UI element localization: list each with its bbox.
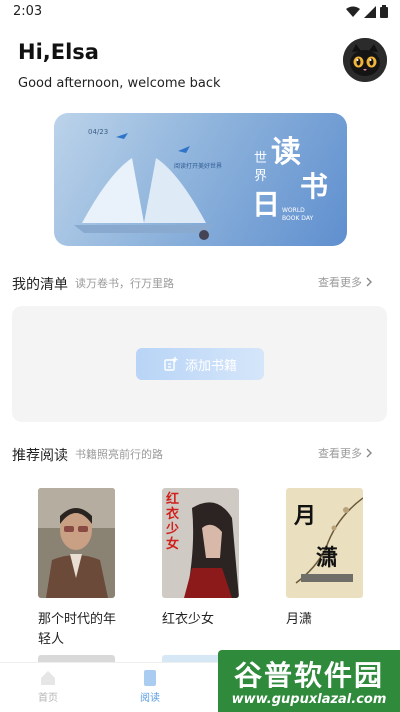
site-watermark-logo: 谷普软件园 www.gupuxlazal.com [218, 650, 400, 712]
recommend-more-label: 查看更多 [318, 447, 362, 460]
status-bar: 2:03 [0, 0, 400, 24]
book-cover-text-1: 月 [294, 504, 317, 529]
recommend-subtitle: 书籍照亮前行的路 [75, 448, 163, 461]
greeting-subtitle: Good afternoon, welcome back [18, 76, 221, 91]
world-book-day-banner[interactable]: 04/23 阅读打开美好世界 世 界 读 书 日 WORLD BOOK DAY [54, 113, 347, 246]
my-list-more-link[interactable]: 查看更多 [318, 274, 372, 290]
recommend-more-link[interactable]: 查看更多 [318, 445, 372, 461]
add-book-button[interactable]: 添加书籍 [136, 348, 264, 380]
greeting-title: Hi,Elsa [18, 40, 99, 64]
banner-main-text-3: 日 [252, 188, 281, 221]
battery-icon [380, 5, 388, 18]
book-cover-text-2: 潇 [316, 546, 339, 571]
my-list-more-label: 查看更多 [318, 276, 362, 289]
book-title: 那个时代的年轻人 [38, 612, 117, 647]
wifi-icon [346, 6, 360, 17]
watermark-url: www.gupuxlazal.com [231, 692, 387, 707]
status-time: 2:03 [13, 4, 43, 19]
recommend-title: 推荐阅读 [12, 448, 68, 464]
portrait-cover-image [38, 488, 115, 598]
tab-home-label: 首页 [38, 693, 58, 704]
book-icon [144, 670, 156, 686]
banner-tagline: 阅读打开美好世界 [174, 163, 223, 170]
home-icon [41, 671, 55, 685]
book-card[interactable]: 红衣少女 红衣少女 [162, 488, 244, 630]
banner-side-text-1: 世 [254, 151, 268, 166]
book-cover: 月 潇 [286, 488, 363, 598]
banner-main-text-1: 读 [271, 135, 301, 170]
add-book-icon [164, 357, 178, 371]
status-icons [346, 5, 388, 18]
banner-english: WORLD BOOK DAY [282, 207, 314, 222]
tab-home[interactable]: 首页 [18, 669, 78, 704]
avatar[interactable] [343, 38, 387, 82]
book-title: 红衣少女 [162, 612, 215, 627]
my-list-card: 添加书籍 [12, 306, 387, 422]
book-card[interactable]: 月 潇 月潇 [286, 488, 368, 630]
chevron-right-icon [366, 448, 372, 458]
my-list-subtitle: 读万卷书，行万里路 [75, 277, 174, 290]
watermark-title: 谷普软件园 [233, 659, 384, 692]
book-cover-text: 红衣少女 [166, 492, 180, 552]
book-cover [38, 488, 115, 598]
banner-main-text-2: 书 [300, 170, 329, 203]
signal-icon [364, 5, 376, 18]
chevron-right-icon [366, 277, 372, 287]
banner-side-text-2: 界 [254, 169, 268, 184]
tab-reading[interactable]: 阅读 [120, 669, 180, 704]
tab-reading-label: 阅读 [140, 693, 160, 704]
book-cover: 红衣少女 [162, 488, 239, 598]
add-book-label: 添加书籍 [184, 358, 237, 374]
my-list-title: 我的清单 [12, 277, 68, 293]
banner-date: 04/23 [88, 128, 109, 136]
book-card[interactable]: 那个时代的年轻人 [38, 488, 120, 650]
cat-avatar-icon [343, 38, 387, 82]
book-title: 月潇 [286, 612, 313, 627]
